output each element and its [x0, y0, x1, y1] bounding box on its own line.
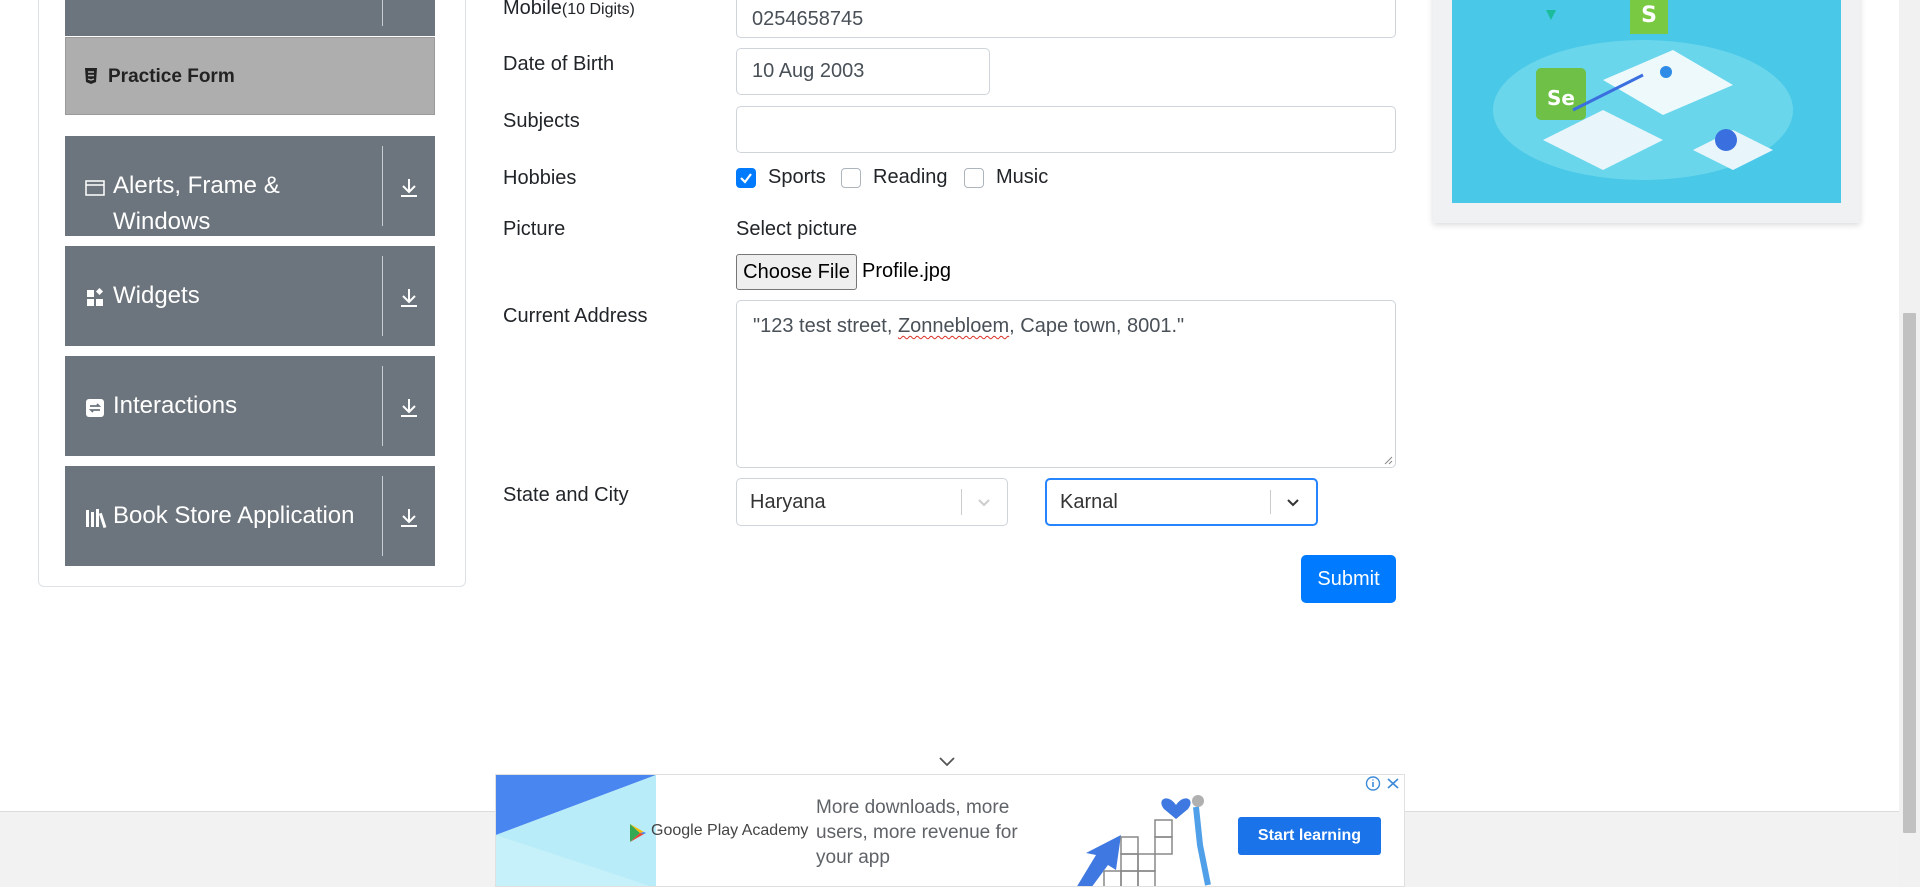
window-icon [85, 180, 105, 196]
download-icon[interactable] [395, 284, 423, 312]
select-separator [961, 489, 962, 515]
choose-file-button[interactable]: Choose File [736, 254, 857, 290]
scrollbar-thumb[interactable] [1903, 313, 1916, 833]
divider [382, 366, 383, 446]
group-label: Interactions [113, 392, 238, 419]
current-address-label: Current Address [503, 305, 648, 327]
start-learning-button[interactable]: Start learning [1238, 817, 1381, 855]
divider [382, 146, 383, 226]
chevron-down-icon[interactable] [1282, 491, 1304, 513]
dob-label: Date of Birth [503, 53, 615, 75]
sidebar-item-label: Practice Form [108, 66, 235, 87]
sidebar-item-practice-form[interactable]: Practice Form [65, 37, 435, 115]
select-picture-label: Select picture [736, 218, 858, 240]
interactions-icon [86, 399, 104, 417]
mobile-label: Mobile(10 Digits) [503, 0, 635, 19]
vertical-scrollbar[interactable] [1899, 0, 1920, 887]
group-label-line1: Alerts, Frame & [113, 172, 280, 199]
chevron-down-icon[interactable] [973, 491, 995, 513]
date-of-birth-input[interactable]: 10 Aug 2003 [736, 48, 990, 95]
svg-text:Se: Se [1547, 86, 1575, 110]
divider [382, 256, 383, 336]
books-icon [86, 509, 107, 528]
sidebar-group-interactions[interactable]: Interactions [65, 356, 435, 456]
selenium-illustration: S Se [1452, 0, 1841, 203]
picture-label: Picture [503, 218, 566, 240]
hobby-reading[interactable]: Reading [841, 166, 948, 189]
mobile-input[interactable]: 0254658745 [736, 0, 1396, 38]
divider [382, 0, 383, 26]
svg-text:S: S [1641, 3, 1657, 28]
checkmark-icon [740, 172, 752, 184]
city-select[interactable]: Karnal [1045, 478, 1318, 526]
selenium-banner-image: S Se [1433, 0, 1860, 223]
download-icon[interactable] [395, 504, 423, 532]
widgets-icon [87, 288, 104, 306]
html5-icon [85, 68, 97, 84]
sidebar-group-alerts[interactable]: Alerts, Frame & Windows [65, 136, 435, 236]
submit-button[interactable]: Submit [1301, 555, 1396, 603]
ad-brand: Google Play Academy [651, 822, 809, 839]
download-icon[interactable] [395, 394, 423, 422]
download-icon[interactable] [395, 174, 423, 202]
state-select[interactable]: Haryana [736, 478, 1008, 526]
sports-checkbox[interactable] [736, 167, 756, 188]
subjects-label: Subjects [503, 110, 580, 132]
current-address-textarea[interactable]: "123 test street, Zonnebloem, Cape town,… [736, 300, 1396, 468]
hobby-music[interactable]: Music [964, 166, 1048, 189]
select-separator [1270, 490, 1271, 514]
music-checkbox[interactable] [964, 167, 984, 188]
ad-info-icon[interactable] [1364, 775, 1382, 792]
subjects-input[interactable] [736, 106, 1396, 153]
page: Practice Form Alerts, Frame & Windows Wi… [0, 0, 1920, 887]
chevron-down-icon[interactable] [937, 755, 957, 769]
group-label-line2: Windows [113, 208, 211, 235]
ad-message: More downloads, more users, more revenue… [816, 797, 1018, 868]
state-city-label: State and City [503, 484, 629, 506]
chosen-file-name: Profile.jpg [862, 260, 951, 282]
resize-handle-icon[interactable] [1383, 455, 1393, 465]
sidebar-group-book-store[interactable]: Book Store Application [65, 466, 435, 566]
divider [382, 476, 383, 556]
group-label: Book Store Application [113, 502, 355, 529]
sidebar-group-widgets[interactable]: Widgets [65, 246, 435, 346]
hobby-sports[interactable]: Sports [736, 166, 826, 189]
close-icon[interactable] [1384, 775, 1402, 792]
sidebar-group-forms[interactable] [65, 0, 435, 36]
ad-banner[interactable]: Google Play Academy More downloads, more… [495, 774, 1405, 887]
google-play-icon [630, 824, 646, 842]
group-label: Widgets [113, 282, 200, 309]
reading-checkbox[interactable] [841, 167, 861, 188]
hobbies-label: Hobbies [503, 167, 577, 189]
